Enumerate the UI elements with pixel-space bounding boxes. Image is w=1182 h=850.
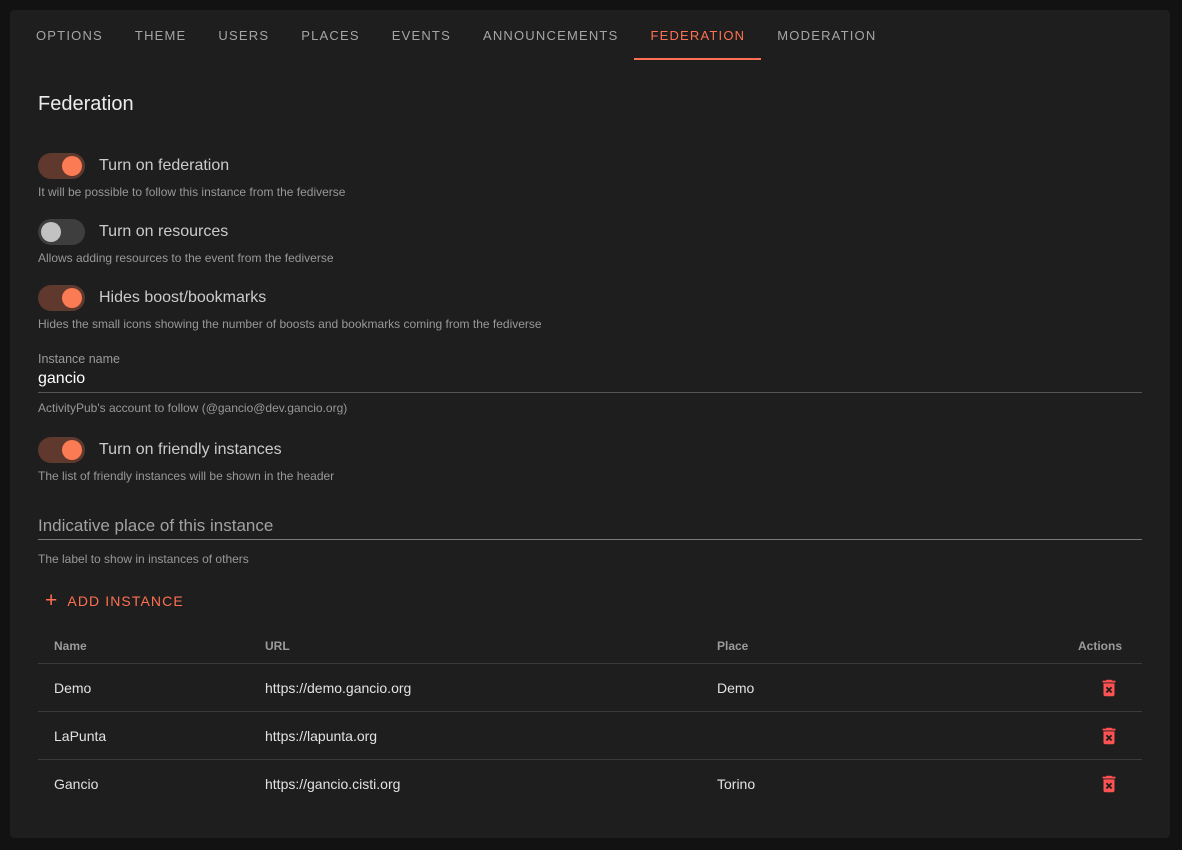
tab-label: THEME — [135, 28, 187, 43]
tab-theme[interactable]: THEME — [119, 10, 203, 60]
trash-delete-icon — [1098, 725, 1120, 747]
switch-thumb — [62, 288, 82, 308]
table-row: LaPunta https://lapunta.org — [38, 712, 1142, 760]
instance-url-cell: https://lapunta.org — [265, 728, 717, 744]
instance-url-cell: https://gancio.cisti.org — [265, 776, 717, 792]
tab-places[interactable]: PLACES — [285, 10, 376, 60]
setting-hint: It will be possible to follow this insta… — [38, 185, 1142, 199]
instance-name-hint: ActivityPub's account to follow (@gancio… — [38, 401, 1142, 415]
admin-tab-bar: OPTIONS THEME USERS PLACES EVENTS ANNOUN… — [10, 10, 1170, 60]
instance-name-cell: LaPunta — [38, 728, 265, 744]
tab-federation[interactable]: FEDERATION — [634, 10, 761, 60]
instances-table: Name URL Place Actions Demo https://demo… — [38, 628, 1142, 808]
tab-label: OPTIONS — [36, 28, 103, 43]
setting-label: Turn on federation — [99, 157, 229, 175]
tab-label: MODERATION — [777, 28, 876, 43]
hide-boosts-toggle[interactable] — [38, 285, 85, 311]
instance-name-field: Instance name ActivityPub's account to f… — [38, 352, 1142, 415]
setting-label: Turn on friendly instances — [99, 441, 282, 459]
instance-name-input[interactable] — [38, 369, 1142, 393]
page-title: Federation — [38, 94, 1142, 114]
tab-label: PLACES — [301, 28, 360, 43]
delete-instance-button[interactable] — [1096, 675, 1122, 701]
instance-name-cell: Gancio — [38, 776, 265, 792]
tab-events[interactable]: EVENTS — [376, 10, 467, 60]
table-row: Gancio https://gancio.cisti.org Torino — [38, 760, 1142, 808]
delete-instance-button[interactable] — [1096, 723, 1122, 749]
tab-label: ANNOUNCEMENTS — [483, 28, 619, 43]
tab-label: USERS — [218, 28, 269, 43]
setting-label: Turn on resources — [99, 223, 228, 241]
tab-users[interactable]: USERS — [202, 10, 285, 60]
resources-toggle[interactable] — [38, 219, 85, 245]
instance-place-field: The label to show in instances of others — [38, 516, 1142, 566]
federation-toggle[interactable] — [38, 153, 85, 179]
admin-panel-card: OPTIONS THEME USERS PLACES EVENTS ANNOUN… — [10, 10, 1170, 838]
switch-thumb — [62, 156, 82, 176]
federation-settings-panel: Federation Turn on federation It will be… — [10, 94, 1170, 808]
trash-delete-icon — [1098, 677, 1120, 699]
setting-label: Hides boost/bookmarks — [99, 289, 266, 307]
add-instance-button[interactable]: + ADD INSTANCE — [41, 588, 192, 614]
switch-thumb — [62, 440, 82, 460]
instance-place-cell: Torino — [717, 776, 1062, 792]
setting-hint: Hides the small icons showing the number… — [38, 317, 1142, 331]
tab-options[interactable]: OPTIONS — [20, 10, 119, 60]
tab-announcements[interactable]: ANNOUNCEMENTS — [467, 10, 635, 60]
instance-name-cell: Demo — [38, 680, 265, 696]
instance-place-input[interactable] — [38, 516, 1142, 540]
instance-place-hint: The label to show in instances of others — [38, 552, 1142, 566]
plus-icon: + — [45, 591, 58, 611]
setting-federation: Turn on federation It will be possible t… — [38, 153, 1142, 199]
tab-moderation[interactable]: MODERATION — [761, 10, 892, 60]
column-header-name: Name — [38, 639, 265, 653]
setting-friendly-instances: Turn on friendly instances The list of f… — [38, 437, 1142, 483]
tab-label: EVENTS — [392, 28, 451, 43]
instance-url-cell: https://demo.gancio.org — [265, 680, 717, 696]
table-row: Demo https://demo.gancio.org Demo — [38, 664, 1142, 712]
switch-thumb — [41, 222, 61, 242]
column-header-url: URL — [265, 639, 717, 653]
friendly-instances-toggle[interactable] — [38, 437, 85, 463]
tab-label: FEDERATION — [650, 28, 745, 43]
add-instance-label: ADD INSTANCE — [67, 593, 183, 609]
column-header-place: Place — [717, 639, 1062, 653]
instance-name-label: Instance name — [38, 352, 1142, 367]
column-header-actions: Actions — [1062, 639, 1142, 653]
trash-delete-icon — [1098, 773, 1120, 795]
table-header-row: Name URL Place Actions — [38, 628, 1142, 664]
setting-hint: Allows adding resources to the event fro… — [38, 251, 1142, 265]
setting-hide-boosts: Hides boost/bookmarks Hides the small ic… — [38, 285, 1142, 331]
setting-hint: The list of friendly instances will be s… — [38, 469, 1142, 483]
setting-resources: Turn on resources Allows adding resource… — [38, 219, 1142, 265]
instance-place-cell: Demo — [717, 680, 1062, 696]
delete-instance-button[interactable] — [1096, 771, 1122, 797]
